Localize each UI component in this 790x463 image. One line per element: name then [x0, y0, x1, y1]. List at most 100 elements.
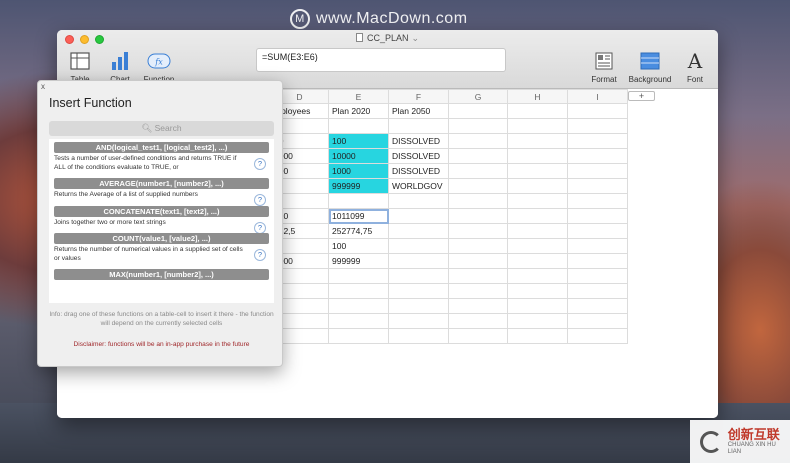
- sheet-cell[interactable]: [567, 193, 628, 209]
- sheet-cell[interactable]: 999999: [328, 178, 389, 194]
- sheet-cell[interactable]: [567, 328, 628, 344]
- sheet-cell[interactable]: [388, 193, 449, 209]
- sheet-cell[interactable]: [567, 118, 628, 134]
- sheet-cell[interactable]: DISSOLVED: [388, 133, 449, 149]
- sheet-cell[interactable]: DISSOLVED: [388, 163, 449, 179]
- table-button[interactable]: Table: [60, 50, 100, 84]
- sheet-cell[interactable]: [448, 118, 508, 134]
- background-button[interactable]: Background: [624, 50, 676, 84]
- sheet-cell[interactable]: [388, 253, 449, 269]
- sheet-cell[interactable]: [448, 268, 508, 284]
- sheet-cell[interactable]: [448, 238, 508, 254]
- sheet-cell[interactable]: [567, 283, 628, 299]
- sheet-cell[interactable]: [507, 103, 568, 119]
- function-item[interactable]: MAX(number1, [number2], ...): [49, 266, 274, 283]
- format-button[interactable]: Format: [584, 50, 624, 84]
- column-header-f[interactable]: F: [388, 89, 449, 104]
- sheet-cell[interactable]: [567, 268, 628, 284]
- formula-input[interactable]: =SUM(E3:E6): [256, 48, 506, 72]
- sheet-cell[interactable]: [328, 268, 389, 284]
- sheet-cell[interactable]: [567, 163, 628, 179]
- sheet-cell[interactable]: [507, 253, 568, 269]
- sheet-cell[interactable]: [388, 313, 449, 329]
- sheet-cell[interactable]: [448, 253, 508, 269]
- sheet-cell[interactable]: Plan 2020: [328, 103, 389, 119]
- sheet-cell[interactable]: [388, 328, 449, 344]
- function-signature[interactable]: CONCATENATE(text1, [text2], ...): [54, 205, 269, 217]
- sheet-cell[interactable]: [567, 298, 628, 314]
- sheet-cell[interactable]: [448, 283, 508, 299]
- column-header-e[interactable]: E: [328, 89, 389, 104]
- sheet-cell[interactable]: 100: [328, 238, 389, 254]
- sheet-cell[interactable]: [507, 193, 568, 209]
- font-button[interactable]: A Font: [675, 49, 715, 84]
- sheet-cell[interactable]: [567, 253, 628, 269]
- sheet-cell[interactable]: [507, 238, 568, 254]
- sheet-cell[interactable]: [388, 208, 449, 224]
- sheet-cell[interactable]: [448, 148, 508, 164]
- sheet-cell[interactable]: [507, 328, 568, 344]
- sheet-cell[interactable]: [567, 238, 628, 254]
- sheet-cell[interactable]: [507, 298, 568, 314]
- sheet-cell[interactable]: [507, 148, 568, 164]
- add-column-button[interactable]: +: [628, 91, 655, 101]
- sheet-cell[interactable]: [507, 223, 568, 239]
- function-item[interactable]: AVERAGE(number1, [number2], ...) Returns…: [49, 175, 274, 207]
- sheet-cell[interactable]: [567, 223, 628, 239]
- sheet-cell[interactable]: [388, 298, 449, 314]
- sheet-cell[interactable]: [567, 103, 628, 119]
- column-header-g[interactable]: G: [448, 89, 508, 104]
- sheet-cell[interactable]: [448, 163, 508, 179]
- function-item[interactable]: COUNT(value1, [value2], ...) Returns the…: [49, 230, 274, 266]
- sheet-cell[interactable]: [448, 178, 508, 194]
- sheet-cell[interactable]: [567, 313, 628, 329]
- sheet-cell[interactable]: 999999: [328, 253, 389, 269]
- sheet-cell[interactable]: [507, 208, 568, 224]
- column-header-h[interactable]: H: [507, 89, 568, 104]
- sheet-cell[interactable]: [567, 133, 628, 149]
- sheet-cell[interactable]: [328, 298, 389, 314]
- sheet-cell[interactable]: [567, 148, 628, 164]
- close-panel-button[interactable]: x: [41, 82, 45, 91]
- sheet-cell[interactable]: [328, 118, 389, 134]
- sheet-cell[interactable]: [328, 283, 389, 299]
- sheet-cell[interactable]: [388, 268, 449, 284]
- sheet-cell[interactable]: [507, 163, 568, 179]
- function-list[interactable]: AND(logical_test1, [logical_test2], ...)…: [49, 139, 274, 303]
- function-button[interactable]: fx Function: [139, 50, 179, 84]
- sheet-cell[interactable]: [567, 208, 628, 224]
- function-item[interactable]: AND(logical_test1, [logical_test2], ...)…: [49, 139, 274, 175]
- sheet-cell[interactable]: [448, 193, 508, 209]
- chart-button[interactable]: Chart: [100, 50, 140, 84]
- function-item[interactable]: CONCATENATE(text1, [text2], ...) Joins t…: [49, 203, 274, 234]
- sheet-cell[interactable]: [448, 313, 508, 329]
- sheet-cell[interactable]: [507, 133, 568, 149]
- sheet-cell[interactable]: [507, 313, 568, 329]
- spreadsheet-grid[interactable]: D E F G H I mployeesPlan 2020Plan 2050 00…: [270, 89, 628, 344]
- function-search-input[interactable]: 🔍︎ Search: [49, 121, 274, 136]
- function-signature[interactable]: COUNT(value1, [value2], ...): [54, 233, 269, 245]
- sheet-cell[interactable]: [388, 223, 449, 239]
- sheet-cell[interactable]: [448, 133, 508, 149]
- sheet-cell[interactable]: [328, 328, 389, 344]
- function-signature[interactable]: MAX(number1, [number2], ...): [54, 269, 269, 281]
- sheet-cell[interactable]: 1000: [328, 163, 389, 179]
- sheet-cell[interactable]: 252774,75: [328, 223, 389, 239]
- sheet-cell[interactable]: 100: [328, 133, 389, 149]
- sheet-cell[interactable]: [567, 178, 628, 194]
- sheet-cell[interactable]: WORLDGOV: [388, 178, 449, 194]
- function-signature[interactable]: AND(logical_test1, [logical_test2], ...): [54, 142, 269, 153]
- sheet-cell[interactable]: [507, 283, 568, 299]
- sheet-cell[interactable]: [448, 223, 508, 239]
- sheet-cell[interactable]: [388, 238, 449, 254]
- sheet-cell[interactable]: Plan 2050: [388, 103, 449, 119]
- sheet-cell[interactable]: [507, 118, 568, 134]
- sheet-cell[interactable]: [507, 178, 568, 194]
- sheet-cell[interactable]: [328, 193, 389, 209]
- sheet-cell[interactable]: 10000: [328, 148, 389, 164]
- sheet-cell[interactable]: [448, 298, 508, 314]
- function-signature[interactable]: AVERAGE(number1, [number2], ...): [54, 178, 269, 190]
- help-icon[interactable]: ?: [254, 158, 266, 170]
- sheet-cell[interactable]: [448, 103, 508, 119]
- sheet-cell[interactable]: [507, 268, 568, 284]
